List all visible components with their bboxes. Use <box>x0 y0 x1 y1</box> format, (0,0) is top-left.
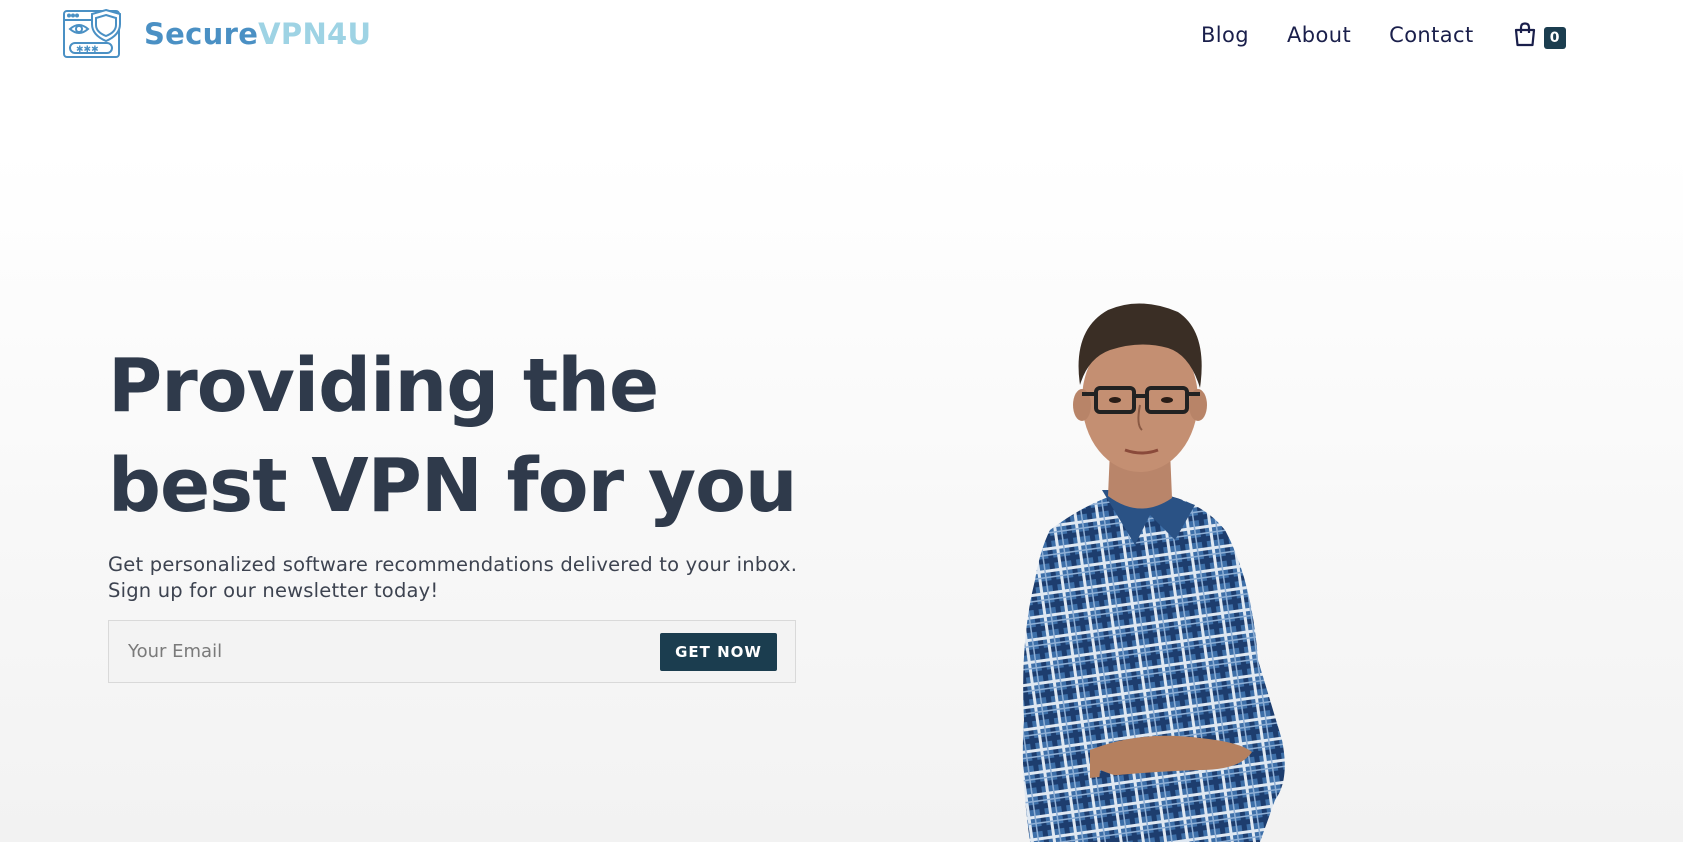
email-input[interactable] <box>109 621 660 682</box>
nav-link-contact[interactable]: Contact <box>1389 19 1474 51</box>
cart-button[interactable]: 0 <box>1512 21 1566 49</box>
hero-subtitle: Get personalized software recommendation… <box>108 552 828 604</box>
svg-text:✱✱✱: ✱✱✱ <box>76 45 99 55</box>
hero-title: Providing the best VPN for you <box>108 336 868 536</box>
main-nav: Blog About Contact 0 <box>1201 19 1566 51</box>
hero-subtitle-line1: Get personalized software recommendation… <box>108 553 798 576</box>
get-now-button[interactable]: GET NOW <box>660 632 777 671</box>
hero-subtitle-line2: Sign up for our newsletter today! <box>108 579 439 602</box>
brand-name-part2: VPN4U <box>258 16 372 51</box>
shopping-bag-icon <box>1514 22 1535 47</box>
site-header: ✱✱✱ SecureVPN4U Blog About Contact 0 <box>0 0 1683 70</box>
brand-logo-link[interactable]: ✱✱✱ SecureVPN4U <box>62 8 371 60</box>
brand-name-part1: Secure <box>144 16 259 51</box>
person-illustration <box>1022 303 1285 842</box>
newsletter-form: GET NOW <box>108 620 796 683</box>
cart-count-badge: 0 <box>1543 27 1566 49</box>
hero-title-line2: best VPN for you <box>108 443 798 529</box>
hero-person-photo <box>990 300 1350 842</box>
brand-name: SecureVPN4U <box>144 16 372 51</box>
nav-link-about[interactable]: About <box>1287 19 1351 51</box>
browser-shield-eye-password-icon: ✱✱✱ <box>63 8 121 58</box>
nav-link-blog[interactable]: Blog <box>1201 19 1249 51</box>
hero-title-line1: Providing the <box>108 343 659 429</box>
